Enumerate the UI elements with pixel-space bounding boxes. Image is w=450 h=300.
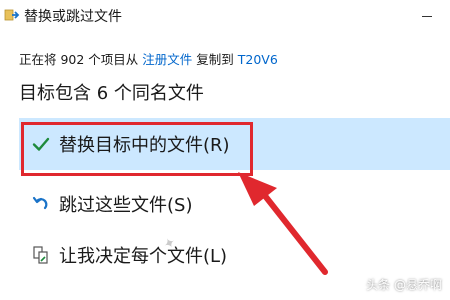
- minimize-button[interactable]: [404, 0, 450, 32]
- replace-files-option[interactable]: 替换目标中的文件(R): [19, 118, 450, 170]
- skip-files-option[interactable]: 跳过这些文件(S): [19, 178, 439, 230]
- skip-arrow-icon: [32, 196, 48, 210]
- source-folder-link[interactable]: 注册文件: [142, 52, 192, 67]
- skip-files-label: 跳过这些文件(S): [59, 195, 193, 216]
- compare-files-icon: [33, 246, 48, 264]
- file-transfer-icon: [4, 9, 20, 21]
- replace-files-label: 替换目标中的文件(R): [59, 135, 230, 156]
- title-bar: 替换或跳过文件: [0, 0, 450, 32]
- copy-info-prefix: 正在将 902 个项目从: [19, 52, 143, 67]
- decide-each-file-option[interactable]: 让我决定每个文件(L): [19, 229, 439, 281]
- copy-info-middle: 复制到: [192, 52, 238, 67]
- checkmark-icon: [32, 137, 50, 151]
- copy-info: 正在将 902 个项目从 注册文件 复制到 T20V6: [19, 49, 278, 68]
- watermark: 头条 @悬乔啊: [366, 278, 442, 292]
- destination-folder-link[interactable]: T20V6: [238, 52, 278, 67]
- conflict-heading: 目标包含 6 个同名文件: [19, 83, 204, 104]
- window-title: 替换或跳过文件: [24, 9, 122, 25]
- decide-each-file-label: 让我决定每个文件(L): [59, 246, 228, 267]
